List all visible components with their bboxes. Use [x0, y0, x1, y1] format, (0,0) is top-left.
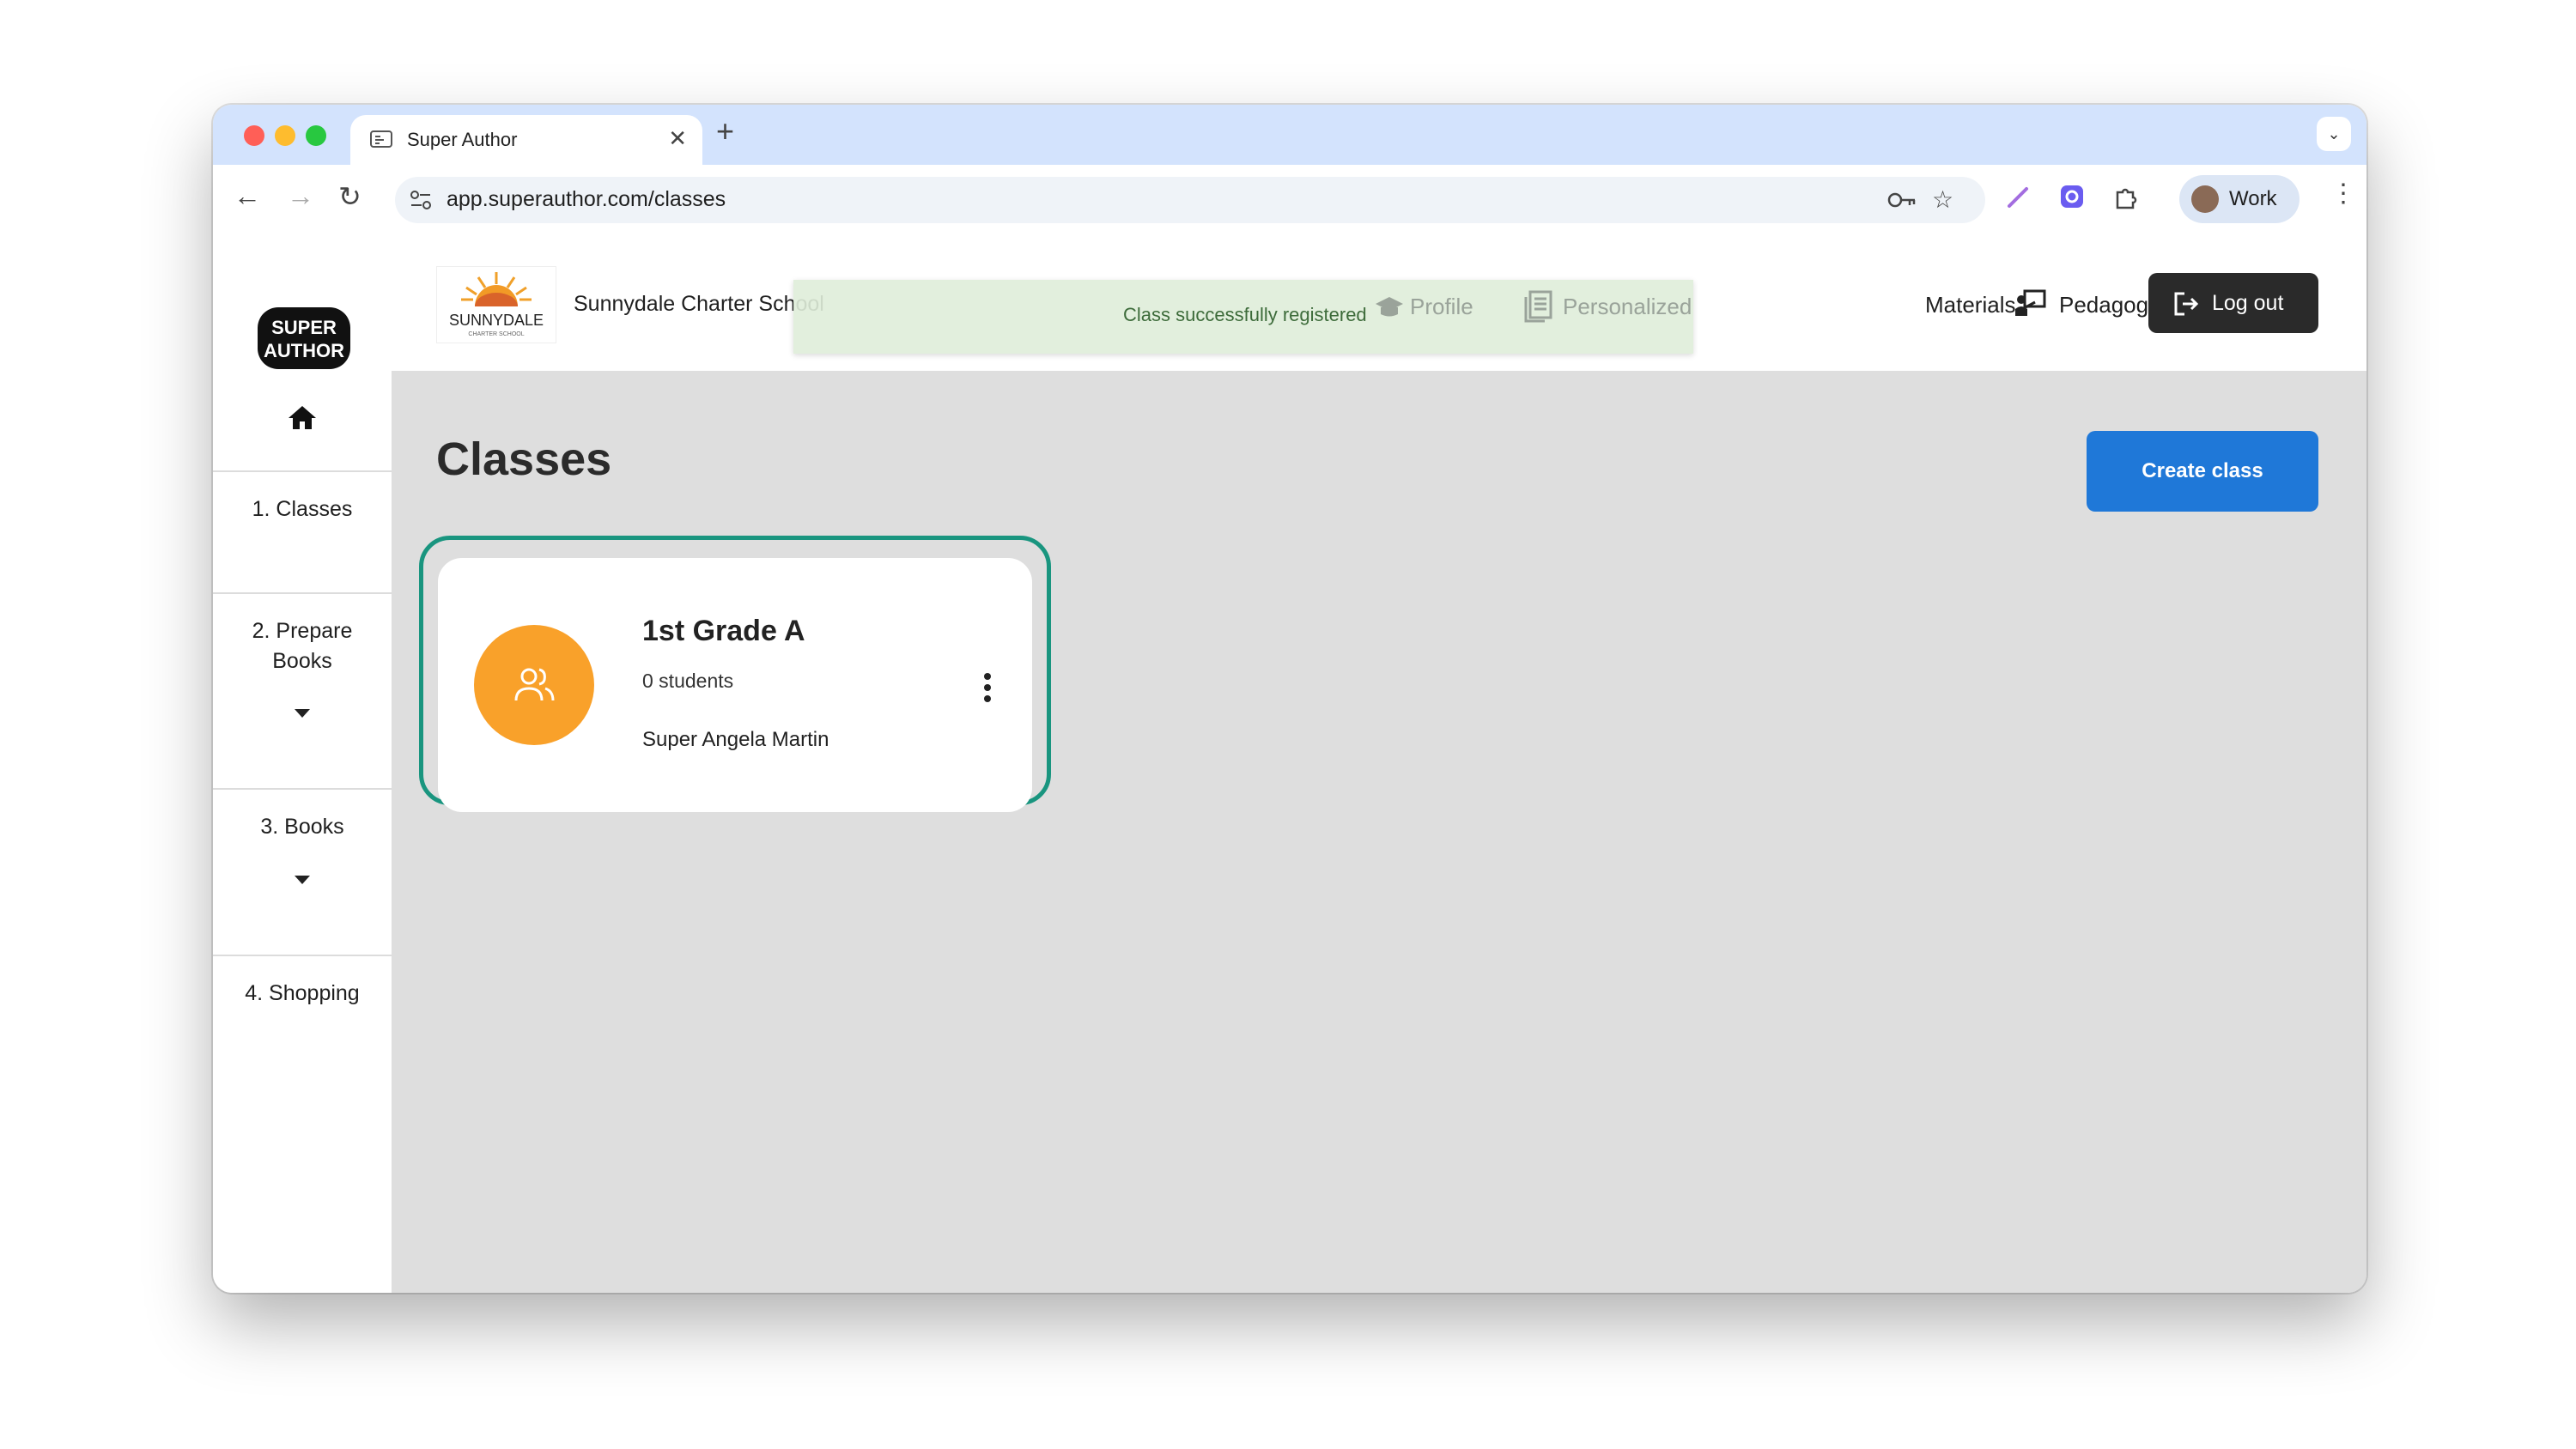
users-group-icon	[514, 668, 555, 701]
new-tab-icon[interactable]: +	[716, 113, 734, 149]
sidebar-item-books[interactable]: 3. Books	[213, 812, 392, 842]
sidebar-divider	[213, 592, 392, 594]
browser-titlebar: Super Author ✕ + ⌄	[213, 105, 2366, 167]
tab-title: Super Author	[407, 129, 518, 150]
sunnydale-school-logo[interactable]: SUNNYDALE CHARTER SCHOOL	[436, 266, 556, 343]
tab-search-chevron-icon[interactable]: ⌄	[2317, 117, 2351, 151]
sidebar-divider	[213, 955, 392, 956]
profile-label: Work	[2229, 187, 2277, 210]
minimize-window-button[interactable]	[275, 125, 295, 146]
browser-window: Super Author ✕ + ⌄ ← → ↻ app.superauthor…	[213, 105, 2366, 1293]
close-window-button[interactable]	[244, 125, 264, 146]
address-bar[interactable]: app.superauthor.com/classes ☆	[395, 177, 1985, 223]
extensions-puzzle-icon[interactable]	[2112, 184, 2140, 211]
svg-text:CHARTER SCHOOL: CHARTER SCHOOL	[468, 331, 524, 337]
caret-down-icon[interactable]	[295, 876, 310, 884]
class-teacher: Super Angela Martin	[642, 728, 829, 751]
class-card[interactable]: 1st Grade A 0 students Super Angela Mart…	[438, 558, 1032, 812]
browser-toolbar: ← → ↻ app.superauthor.com/classes ☆ Work…	[213, 165, 2366, 237]
logout-label: Log out	[2212, 291, 2284, 315]
page-viewport: SUPER AUTHOR 1. Classes 2. Prepare Books…	[213, 235, 2366, 1293]
teacher-board-icon[interactable]	[2014, 288, 2047, 318]
class-student-count: 0 students	[642, 670, 734, 692]
svg-text:SUNNYDALE: SUNNYDALE	[449, 312, 544, 329]
sidebar: SUPER AUTHOR 1. Classes 2. Prepare Books…	[213, 235, 392, 1293]
url-text: app.superauthor.com/classes	[447, 187, 726, 211]
main-content: Classes Create class 1st Grade A 0 stude…	[392, 371, 2366, 1293]
super-author-favicon-icon	[370, 130, 392, 148]
toast-message: Class successfully registered	[1123, 304, 1367, 325]
class-avatar	[474, 625, 594, 745]
svg-text:SUPER: SUPER	[271, 317, 337, 338]
browser-tab-super-author[interactable]: Super Author ✕	[350, 115, 702, 167]
maximize-window-button[interactable]	[306, 125, 326, 146]
document-list-icon[interactable]	[1523, 290, 1552, 323]
nav-profile[interactable]: Profile	[1410, 294, 1473, 320]
super-author-logo[interactable]: SUPER AUTHOR	[256, 304, 352, 373]
forward-arrow-icon[interactable]: →	[287, 180, 314, 212]
class-name: 1st Grade A	[642, 615, 805, 647]
sidebar-item-prepare-books[interactable]: 2. Prepare Books	[213, 616, 392, 676]
sidebar-item-classes[interactable]: 1. Classes	[213, 494, 392, 524]
purple-extension-icon[interactable]	[2059, 184, 2085, 209]
profile-avatar	[2191, 185, 2219, 213]
sidebar-divider	[213, 788, 392, 790]
pen-extension-icon[interactable]	[2006, 184, 2032, 209]
success-toast: Class successfully registered Profile Pe…	[793, 280, 1693, 354]
sidebar-divider	[213, 470, 392, 472]
caret-down-icon[interactable]	[295, 709, 310, 718]
logout-button[interactable]: Log out	[2148, 273, 2318, 333]
home-icon[interactable]	[287, 403, 318, 431]
nav-personalized-label[interactable]: Personalized	[1563, 294, 1692, 320]
page-title: Classes	[436, 433, 612, 485]
password-key-icon[interactable]	[1887, 189, 1918, 211]
school-name: Sunnydale Charter School	[574, 292, 824, 316]
logout-icon	[2174, 292, 2199, 316]
site-settings-icon[interactable]	[409, 189, 433, 211]
nav-materials-label[interactable]: Materials	[1925, 292, 2015, 318]
profile-button[interactable]: Work	[2179, 175, 2300, 223]
create-class-button[interactable]: Create class	[2087, 431, 2318, 512]
reload-icon[interactable]: ↻	[338, 180, 361, 213]
back-arrow-icon[interactable]: ←	[234, 180, 261, 212]
app-header: SUNNYDALE CHARTER SCHOOL Sunnydale Chart…	[392, 235, 2366, 371]
browser-menu-icon[interactable]: ⋮	[2330, 179, 2356, 209]
bookmark-star-icon[interactable]: ☆	[1932, 185, 1953, 214]
graduation-cap-icon[interactable]	[1374, 294, 1405, 319]
tab-close-icon[interactable]: ✕	[668, 125, 687, 152]
sidebar-item-shopping[interactable]: 4. Shopping	[213, 979, 392, 1009]
svg-text:AUTHOR: AUTHOR	[264, 340, 344, 361]
class-options-kebab-icon[interactable]	[982, 673, 993, 702]
